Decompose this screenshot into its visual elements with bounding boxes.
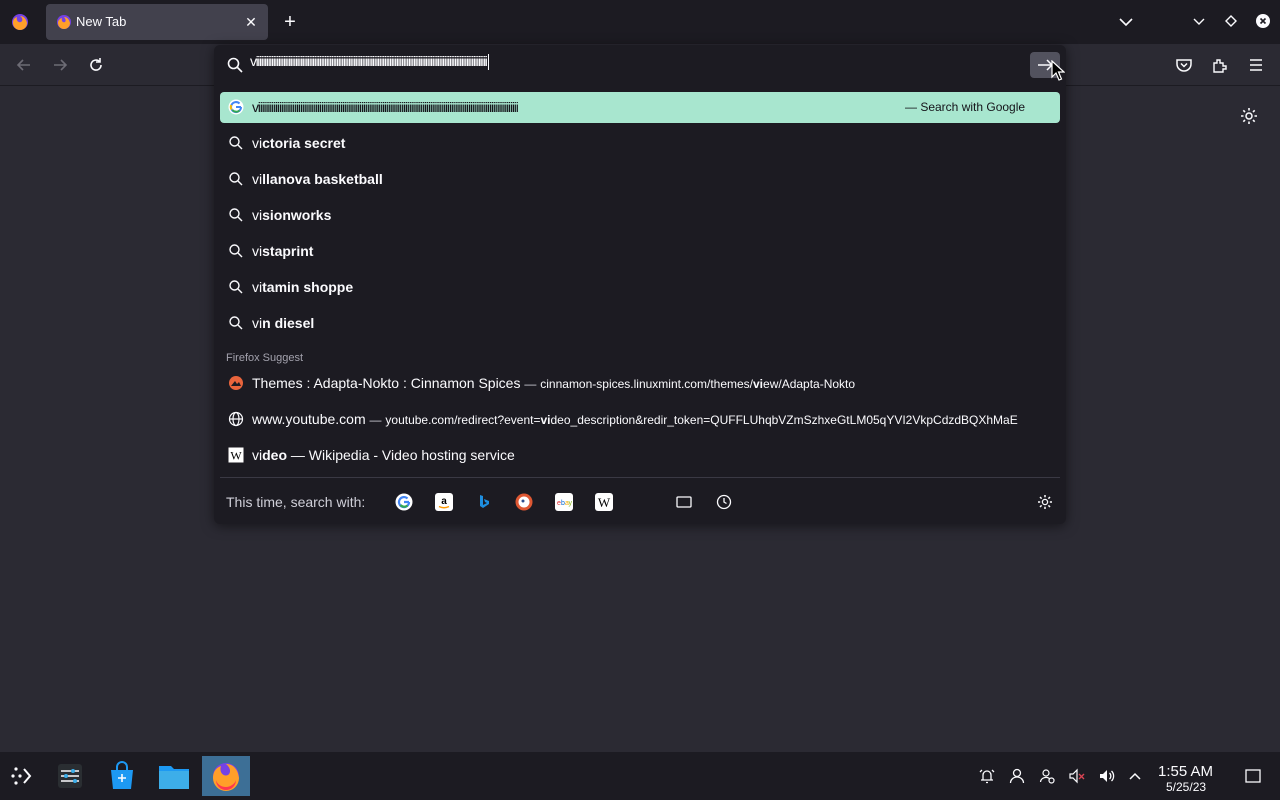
search-suggestion[interactable]: vin diesel: [220, 308, 1060, 339]
speaker-muted-icon[interactable]: [1068, 767, 1086, 785]
user-icon[interactable]: [1008, 767, 1026, 785]
application-launcher[interactable]: [0, 756, 48, 796]
google-icon[interactable]: [395, 493, 413, 511]
pocket-icon[interactable]: [1174, 55, 1194, 75]
footer-divider: [220, 477, 1060, 478]
settings-sliders-icon: [58, 764, 82, 788]
firefox-task[interactable]: [202, 756, 250, 796]
search-icon: [229, 136, 243, 150]
shopping-bag-icon: [111, 761, 133, 789]
search-suggestion[interactable]: victoria secret: [220, 128, 1060, 159]
search-suggestion[interactable]: vistaprint: [220, 236, 1060, 267]
suggestion-text: vin diesel: [252, 315, 315, 331]
svg-text:a: a: [441, 496, 447, 507]
search-icon: [229, 172, 243, 186]
firefox-suggest-result[interactable]: W video — Wikipedia - Video hosting serv…: [220, 440, 1060, 471]
search-icon: [227, 57, 243, 73]
tabs-icon[interactable]: [675, 493, 693, 511]
search-icon: [229, 208, 243, 222]
close-window-icon[interactable]: [1255, 13, 1271, 29]
firefox-suggest-label: Firefox Suggest: [226, 352, 304, 364]
search-suggestion[interactable]: visionworks: [220, 200, 1060, 231]
suggestion-text: visionworks: [252, 207, 332, 223]
wikipedia-icon: W: [228, 447, 244, 463]
clock-date[interactable]: 5/25/23: [1166, 780, 1206, 794]
svg-text:y: y: [569, 500, 573, 507]
heuristic-query: viiiiiiiiiiiiiiiiiiiiiiiiiiiiiiiiiiiiiii…: [252, 99, 519, 115]
file-manager-task[interactable]: [150, 756, 198, 796]
urlbar-popup: viiiiiiiiiiiiiiiiiiiiiiiiiiiiiiiiiiiiiii…: [214, 45, 1066, 524]
minimize-window-icon[interactable]: [1191, 13, 1207, 29]
chevron-up-icon[interactable]: [1126, 767, 1144, 785]
reload-icon[interactable]: [86, 55, 106, 75]
search-settings-icon[interactable]: [1036, 493, 1054, 511]
cinnamon-icon: [229, 376, 243, 390]
bing-icon[interactable]: [475, 493, 493, 511]
extensions-icon[interactable]: [1210, 55, 1230, 75]
taskbar: 1:55 AM 5/25/23: [0, 752, 1280, 800]
tab-title: New Tab: [76, 14, 127, 29]
show-desktop-icon[interactable]: [1244, 767, 1262, 785]
wikipedia-icon[interactable]: W: [595, 493, 613, 511]
suggestion-text: vistaprint: [252, 243, 314, 259]
discover-task[interactable]: [98, 756, 146, 796]
close-tab-icon[interactable]: ✕: [242, 13, 260, 31]
system-settings-task[interactable]: [46, 756, 94, 796]
mouse-cursor-icon: [1051, 60, 1065, 81]
history-icon[interactable]: [715, 493, 733, 511]
suggestion-text: vitamin shoppe: [252, 279, 354, 295]
volume-icon[interactable]: [1098, 767, 1116, 785]
search-suggestion[interactable]: villanova basketball: [220, 164, 1060, 195]
suggest-title-row: www.youtube.com — youtube.com/redirect?e…: [252, 411, 1018, 427]
firefox-icon: [213, 763, 239, 791]
new-tab-button[interactable]: +: [280, 11, 300, 33]
suggest-title-row: video — Wikipedia - Video hosting servic…: [252, 447, 515, 463]
tab-new-tab[interactable]: New Tab ✕: [46, 4, 268, 40]
firefox-menu-icon[interactable]: [10, 12, 30, 32]
search-with-label: This time, search with:: [226, 494, 366, 510]
urlbar-input-value: viiiiiiiiiiiiiiiiiiiiiiiiiiiiiiiiiiiiiii…: [250, 53, 488, 69]
suggestion-text: villanova basketball: [252, 171, 383, 187]
hamburger-menu-icon[interactable]: [1246, 55, 1266, 75]
google-icon: [228, 99, 244, 115]
globe-icon: [228, 411, 244, 427]
text-caret: [487, 54, 489, 71]
duckduckgo-icon[interactable]: [515, 493, 533, 511]
heuristic-search-result[interactable]: viiiiiiiiiiiiiiiiiiiiiiiiiiiiiiiiiiiiiii…: [220, 92, 1060, 123]
tab-strip: New Tab ✕ +: [0, 0, 1280, 44]
firefox-suggest-result[interactable]: www.youtube.com — youtube.com/redirect?e…: [220, 404, 1060, 435]
kde-launcher-icon: [11, 767, 32, 785]
back-icon[interactable]: [14, 55, 34, 75]
new-tab-settings-icon[interactable]: [1239, 106, 1259, 126]
search-suggestion[interactable]: vitamin shoppe: [220, 272, 1060, 303]
svg-text:W: W: [598, 495, 611, 510]
suggestion-text: victoria secret: [252, 135, 346, 151]
heuristic-action: — Search with Google: [905, 100, 1026, 114]
user-switch-icon[interactable]: [1038, 767, 1056, 785]
clock-time[interactable]: 1:55 AM: [1158, 763, 1213, 780]
ebay-icon[interactable]: e b a y: [555, 493, 573, 511]
firefox-suggest-result[interactable]: Themes : Adapta-Nokto : Cinnamon Spices …: [220, 368, 1060, 399]
notifications-icon[interactable]: [978, 767, 996, 785]
search-icon: [229, 244, 243, 258]
urlbar: viiiiiiiiiiiiiiiiiiiiiiiiiiiiiiiiiiiiiii…: [214, 45, 1066, 85]
search-icon: [229, 280, 243, 294]
amazon-icon[interactable]: a: [435, 493, 453, 511]
forward-icon[interactable]: [50, 55, 70, 75]
suggest-title-row: Themes : Adapta-Nokto : Cinnamon Spices …: [252, 375, 856, 391]
svg-text:W: W: [230, 449, 242, 463]
folder-icon: [159, 766, 189, 789]
search-icon: [229, 316, 243, 330]
urlbar-input[interactable]: viiiiiiiiiiiiiiiiiiiiiiiiiiiiiiiiiiiiiii…: [250, 53, 990, 77]
firefox-icon: [57, 15, 71, 29]
maximize-window-icon[interactable]: [1223, 13, 1239, 29]
list-all-tabs-icon[interactable]: [1116, 12, 1136, 32]
